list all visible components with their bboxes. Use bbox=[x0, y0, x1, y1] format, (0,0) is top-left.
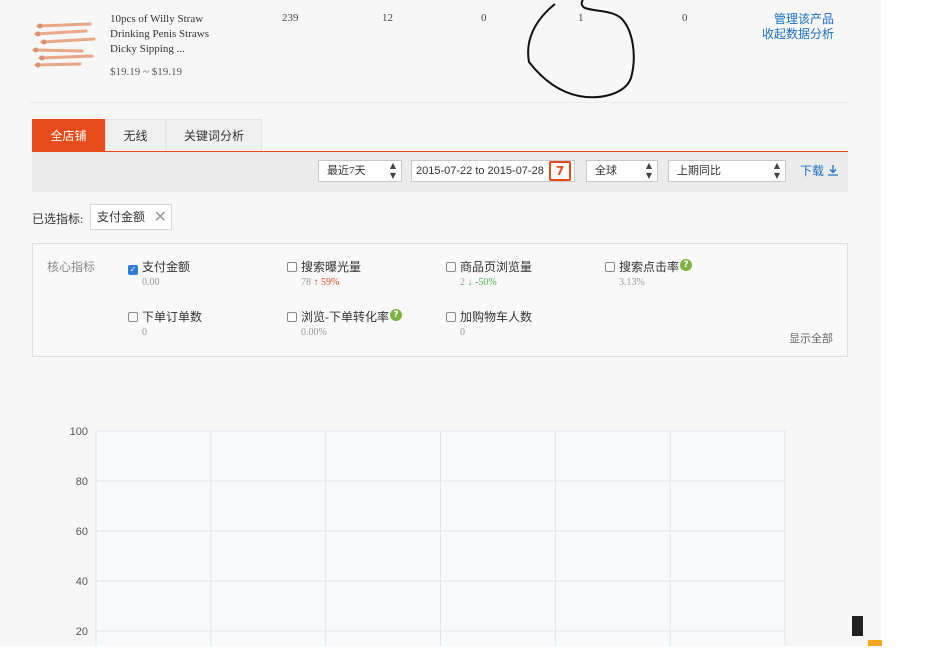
arrow-up-icon: ↑ bbox=[313, 277, 319, 288]
metric-product-page-views[interactable]: 商品页浏览量 2 ↓ -50% bbox=[446, 258, 532, 288]
show-all-link[interactable]: 显示全部 bbox=[789, 330, 833, 346]
metric-payment-amount[interactable]: ✓ 支付金额 0.00 bbox=[128, 258, 190, 288]
product-row: 10pcs of Willy Straw Drinking Penis Stra… bbox=[30, 0, 848, 103]
metric-value: 0.00 bbox=[142, 277, 160, 288]
chart-y-tick-label: 60 bbox=[76, 526, 88, 538]
tab-keyword-analysis[interactable]: 关键词分析 bbox=[166, 119, 262, 151]
product-actions: 管理该产品 收起数据分析 bbox=[762, 12, 834, 42]
checkbox[interactable] bbox=[446, 262, 456, 272]
checkbox[interactable] bbox=[287, 312, 297, 322]
help-icon[interactable]: ? bbox=[680, 259, 693, 271]
metric-value: 2 bbox=[460, 277, 465, 288]
chart-svg: 100 80 60 40 20 bbox=[70, 426, 786, 646]
metric-label: 搜索曝光量 bbox=[301, 260, 362, 274]
manage-product-link[interactable]: 管理该产品 bbox=[762, 12, 834, 27]
product-thumbnail[interactable] bbox=[32, 18, 96, 70]
metric-view-order-conversion[interactable]: 浏览-下单转化率? 0.00% bbox=[287, 308, 402, 338]
compare-select-value: 上期同比 bbox=[677, 165, 721, 177]
download-icon bbox=[828, 165, 839, 176]
chart-y-tick-label: 40 bbox=[76, 576, 88, 588]
feedback-tab-icon[interactable] bbox=[868, 640, 882, 646]
metric-label: 下单订单数 bbox=[142, 310, 203, 324]
metric-change: -50% bbox=[475, 277, 497, 288]
period-select-value: 最近7天 bbox=[327, 165, 366, 177]
metric-label: 支付金额 bbox=[142, 260, 191, 274]
select-arrows-icon: ▲ ▼ bbox=[389, 161, 396, 180]
core-metrics-title: 核心指标 bbox=[47, 260, 96, 274]
core-metrics-panel: 核心指标 ✓ 支付金额 0.00 搜索曝光量 78 ↑ 59% 商品页浏览量 2 … bbox=[32, 243, 848, 357]
stat-value: 12 bbox=[382, 12, 393, 24]
metric-label: 搜索点击率 bbox=[619, 260, 680, 274]
close-icon[interactable]: ✕ bbox=[154, 205, 167, 229]
checkbox[interactable] bbox=[128, 312, 138, 322]
download-button[interactable]: 下载 bbox=[800, 160, 839, 182]
product-title-line: Dicky Sipping ... bbox=[110, 43, 185, 55]
product-title-line: Drinking Penis Straws bbox=[110, 28, 209, 40]
calendar-icon[interactable]: 7 bbox=[549, 161, 571, 181]
metric-value-row: 2 ↓ -50% bbox=[446, 277, 532, 288]
checkbox[interactable] bbox=[446, 312, 456, 322]
metric-change: 59% bbox=[321, 277, 340, 288]
region-select[interactable]: 全球 ▲ ▼ bbox=[586, 160, 658, 182]
metric-value-row: 78 ↑ 59% bbox=[287, 277, 361, 288]
analysis-tabs: 全店铺 无线 关键词分析 bbox=[32, 119, 848, 153]
stat-value: 239 bbox=[282, 12, 299, 24]
window-edge bbox=[881, 0, 936, 646]
tab-whole-store[interactable]: 全店铺 bbox=[32, 119, 105, 151]
select-arrows-icon: ▲ ▼ bbox=[645, 161, 652, 180]
metric-search-ctr[interactable]: 搜索点击率? 3.13% bbox=[605, 258, 693, 288]
mobile-device-icon[interactable] bbox=[852, 616, 863, 636]
product-analytics-panel: 10pcs of Willy Straw Drinking Penis Stra… bbox=[0, 0, 881, 646]
metric-value: 0 bbox=[142, 327, 147, 338]
metric-label: 商品页浏览量 bbox=[460, 260, 533, 274]
metric-value: 3.13% bbox=[619, 277, 645, 288]
metric-label: 加购物车人数 bbox=[460, 310, 533, 324]
metric-value: 0 bbox=[460, 327, 465, 338]
filter-bar: 最近7天 ▲ ▼ 2015-07-22 to 2015-07-28 7 全球 ▲ ▼… bbox=[32, 152, 848, 192]
region-select-value: 全球 bbox=[595, 165, 617, 177]
metric-label: 浏览-下单转化率 bbox=[301, 310, 389, 324]
checkbox[interactable] bbox=[287, 262, 297, 272]
compare-select[interactable]: 上期同比 ▲ ▼ bbox=[668, 160, 786, 182]
chart-y-tick-label: 20 bbox=[76, 626, 88, 638]
metric-add-to-cart-users[interactable]: 加购物车人数 0 bbox=[446, 308, 532, 338]
stat-value: 0 bbox=[481, 12, 487, 24]
metric-value: 0.00% bbox=[301, 327, 327, 338]
hand-drawn-circle bbox=[527, 0, 635, 99]
arrow-down-icon: ↓ bbox=[467, 277, 473, 288]
selected-indicators-label: 已选指标: bbox=[32, 212, 84, 226]
metric-value: 78 bbox=[301, 277, 311, 288]
tab-wireless[interactable]: 无线 bbox=[105, 119, 166, 151]
checkbox[interactable] bbox=[605, 262, 615, 272]
metric-search-impressions[interactable]: 搜索曝光量 78 ↑ 59% bbox=[287, 258, 361, 288]
chart-y-tick-label: 100 bbox=[70, 426, 88, 438]
metric-order-count[interactable]: 下单订单数 0 bbox=[128, 308, 202, 338]
product-title-line: 10pcs of Willy Straw bbox=[110, 13, 204, 25]
product-price: $19.19 ~ $19.19 bbox=[110, 66, 182, 78]
metrics-chart: 100 80 60 40 20 bbox=[0, 400, 881, 646]
period-select[interactable]: 最近7天 ▲ ▼ bbox=[318, 160, 402, 182]
collapse-analysis-link[interactable]: 收起数据分析 bbox=[762, 27, 834, 42]
chart-y-tick-label: 80 bbox=[76, 476, 88, 488]
chip-label: 支付金额 bbox=[97, 210, 146, 224]
select-arrows-icon: ▲ ▼ bbox=[773, 161, 780, 180]
product-title[interactable]: 10pcs of Willy Straw Drinking Penis Stra… bbox=[110, 12, 230, 57]
stat-value: 0 bbox=[682, 12, 688, 24]
help-icon[interactable]: ? bbox=[390, 309, 402, 321]
download-label: 下载 bbox=[800, 164, 825, 178]
selected-indicator-chip: 支付金额 ✕ bbox=[90, 204, 172, 230]
checkbox-checked[interactable]: ✓ bbox=[128, 265, 138, 275]
